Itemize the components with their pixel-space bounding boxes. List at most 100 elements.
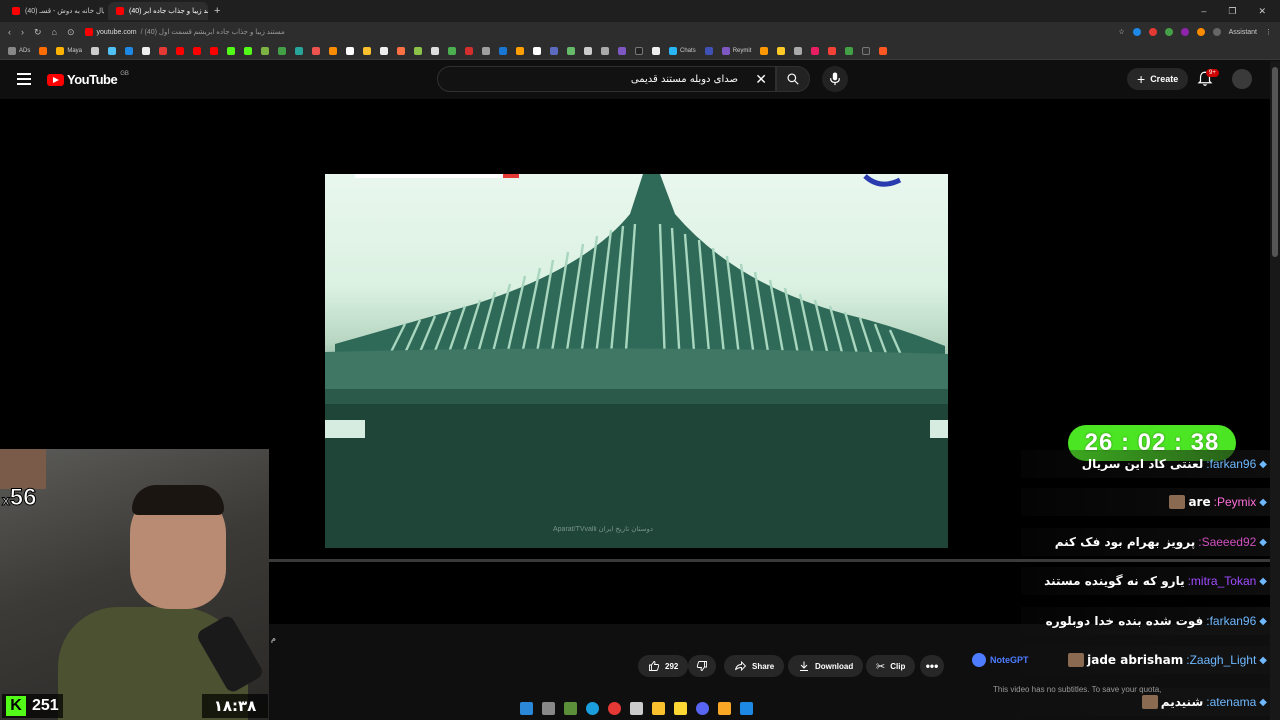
bookmark-icon[interactable] xyxy=(845,46,854,55)
bookmark-icon[interactable] xyxy=(760,46,769,55)
bookmark-chats[interactable]: Chats xyxy=(669,46,696,55)
chat-username[interactable]: :farkan96 xyxy=(1206,614,1256,628)
menu-dots-icon[interactable]: ⋮ xyxy=(1265,28,1272,36)
bookmark-icon[interactable] xyxy=(363,46,372,55)
app-icon[interactable] xyxy=(564,701,577,715)
maximize-icon[interactable]: ❐ xyxy=(1228,6,1236,17)
search-input[interactable] xyxy=(448,73,738,85)
bookmark-icon[interactable] xyxy=(704,46,713,55)
bookmark-icon[interactable] xyxy=(346,46,355,55)
assistant-button[interactable]: Assistant xyxy=(1229,29,1257,36)
bookmark-icon[interactable] xyxy=(125,46,134,55)
bookmark-icon[interactable] xyxy=(414,46,423,55)
bookmark-icon[interactable] xyxy=(261,46,270,55)
bookmark-icon[interactable] xyxy=(91,46,100,55)
reload-icon[interactable]: ↻ xyxy=(34,27,42,38)
extension-icon[interactable] xyxy=(1148,28,1157,36)
bookmark-icon[interactable] xyxy=(811,46,820,55)
youtube-icon[interactable] xyxy=(176,46,185,55)
gmail-icon[interactable] xyxy=(312,46,321,55)
site-info-icon[interactable]: ⊙ xyxy=(67,27,75,38)
kick-icon[interactable] xyxy=(227,46,236,55)
video-frame[interactable]: Aparat/TVvalli دوستان تاریخ ایران xyxy=(325,174,948,548)
back-icon[interactable]: ‹ xyxy=(8,27,11,37)
hamburger-menu-icon[interactable] xyxy=(17,73,31,85)
bookmark-icon[interactable] xyxy=(635,46,644,55)
scrollbar-thumb[interactable] xyxy=(1272,67,1278,257)
bookmark-icon[interactable] xyxy=(601,46,610,55)
notegpt-header[interactable]: NoteGPT xyxy=(972,653,1029,667)
bookmark-icon[interactable] xyxy=(380,46,389,55)
download-button[interactable]: Download xyxy=(788,655,864,677)
share-button[interactable]: Share xyxy=(724,655,785,677)
chat-username[interactable]: :mitra_Tokan xyxy=(1188,574,1257,588)
task-view-icon[interactable] xyxy=(542,701,555,715)
forward-icon[interactable]: › xyxy=(21,27,24,37)
bookmark-icon[interactable] xyxy=(533,46,542,55)
app-icon[interactable] xyxy=(652,701,665,715)
close-window-icon[interactable]: ✕ xyxy=(1258,6,1266,17)
more-actions-button[interactable]: ••• xyxy=(920,655,944,677)
dislike-button[interactable] xyxy=(688,655,716,677)
bookmark-icon[interactable] xyxy=(828,46,837,55)
extensions-puzzle-icon[interactable] xyxy=(1212,28,1221,36)
like-button[interactable]: 292 xyxy=(638,655,689,677)
bookmark-icon[interactable] xyxy=(516,46,525,55)
bookmark-maya[interactable]: Maya xyxy=(56,46,82,55)
voice-search-button[interactable] xyxy=(822,66,848,92)
extension-icon[interactable] xyxy=(1164,28,1173,36)
youtube-icon[interactable] xyxy=(210,46,219,55)
account-avatar[interactable] xyxy=(1232,69,1252,89)
bookmark-icon[interactable] xyxy=(550,46,559,55)
bookmark-ads[interactable]: ADs xyxy=(8,46,30,55)
extension-icon[interactable] xyxy=(1196,28,1205,36)
windows-start-icon[interactable] xyxy=(520,701,533,715)
app-icon[interactable] xyxy=(630,701,643,715)
bookmark-icon[interactable] xyxy=(295,46,304,55)
browser-tab-active[interactable]: (40) مستند زیبا و جذاب جاده ابر × xyxy=(108,2,208,20)
bookmark-icon[interactable] xyxy=(448,46,457,55)
kick-icon[interactable] xyxy=(244,46,253,55)
clip-button[interactable]: ✂ Clip xyxy=(866,655,916,677)
clear-search-icon[interactable]: ✕ xyxy=(755,71,767,88)
file-explorer-icon[interactable] xyxy=(718,701,731,715)
home-icon[interactable]: ⌂ xyxy=(52,27,57,37)
bookmark-icon[interactable] xyxy=(431,46,440,55)
minimize-icon[interactable]: – xyxy=(1201,6,1206,17)
extension-icon[interactable] xyxy=(1180,28,1189,36)
create-button[interactable]: + Create xyxy=(1127,68,1189,90)
youtube-logo[interactable]: YouTube GB xyxy=(47,71,129,87)
chat-username[interactable]: :Saeeed92 xyxy=(1198,535,1256,549)
bookmark-icon[interactable] xyxy=(482,46,491,55)
bookmark-icon[interactable] xyxy=(499,46,508,55)
bookmark-icon[interactable] xyxy=(39,46,48,55)
app-icon[interactable] xyxy=(608,701,621,715)
chat-username[interactable]: :Peymix xyxy=(1214,495,1257,509)
bookmark-icon[interactable] xyxy=(567,46,576,55)
youtube-icon[interactable] xyxy=(193,46,202,55)
bookmark-icon[interactable] xyxy=(862,46,871,55)
x-icon[interactable] xyxy=(142,46,151,55)
bookmark-icon[interactable] xyxy=(777,46,786,55)
edge-icon[interactable] xyxy=(586,701,599,715)
page-scrollbar[interactable] xyxy=(1270,61,1280,720)
chat-username[interactable]: :farkan96 xyxy=(1206,457,1256,471)
bookmark-icon[interactable] xyxy=(618,46,627,55)
bookmark-star-icon[interactable]: ☆ xyxy=(1118,28,1124,36)
bookmark-icon[interactable] xyxy=(108,46,117,55)
bookmark-icon[interactable] xyxy=(584,46,593,55)
new-tab-icon[interactable]: + xyxy=(214,5,220,17)
browser-tab[interactable]: (40) سریال خانه به دوش - قسـ × xyxy=(4,2,104,20)
search-button[interactable] xyxy=(776,66,810,92)
app-icon[interactable] xyxy=(674,701,687,715)
app-icon[interactable] xyxy=(740,701,753,715)
chat-username[interactable]: :atenama xyxy=(1206,695,1256,709)
discord-icon[interactable] xyxy=(696,701,709,715)
extension-icon[interactable] xyxy=(1132,28,1141,36)
bookmark-icon[interactable] xyxy=(652,46,661,55)
chat-username[interactable]: :Zaagh_Light xyxy=(1186,653,1256,667)
bookmark-icon[interactable] xyxy=(397,46,406,55)
bookmark-icon[interactable] xyxy=(329,46,338,55)
bookmark-icon[interactable] xyxy=(879,46,888,55)
bookmark-icon[interactable] xyxy=(278,46,287,55)
